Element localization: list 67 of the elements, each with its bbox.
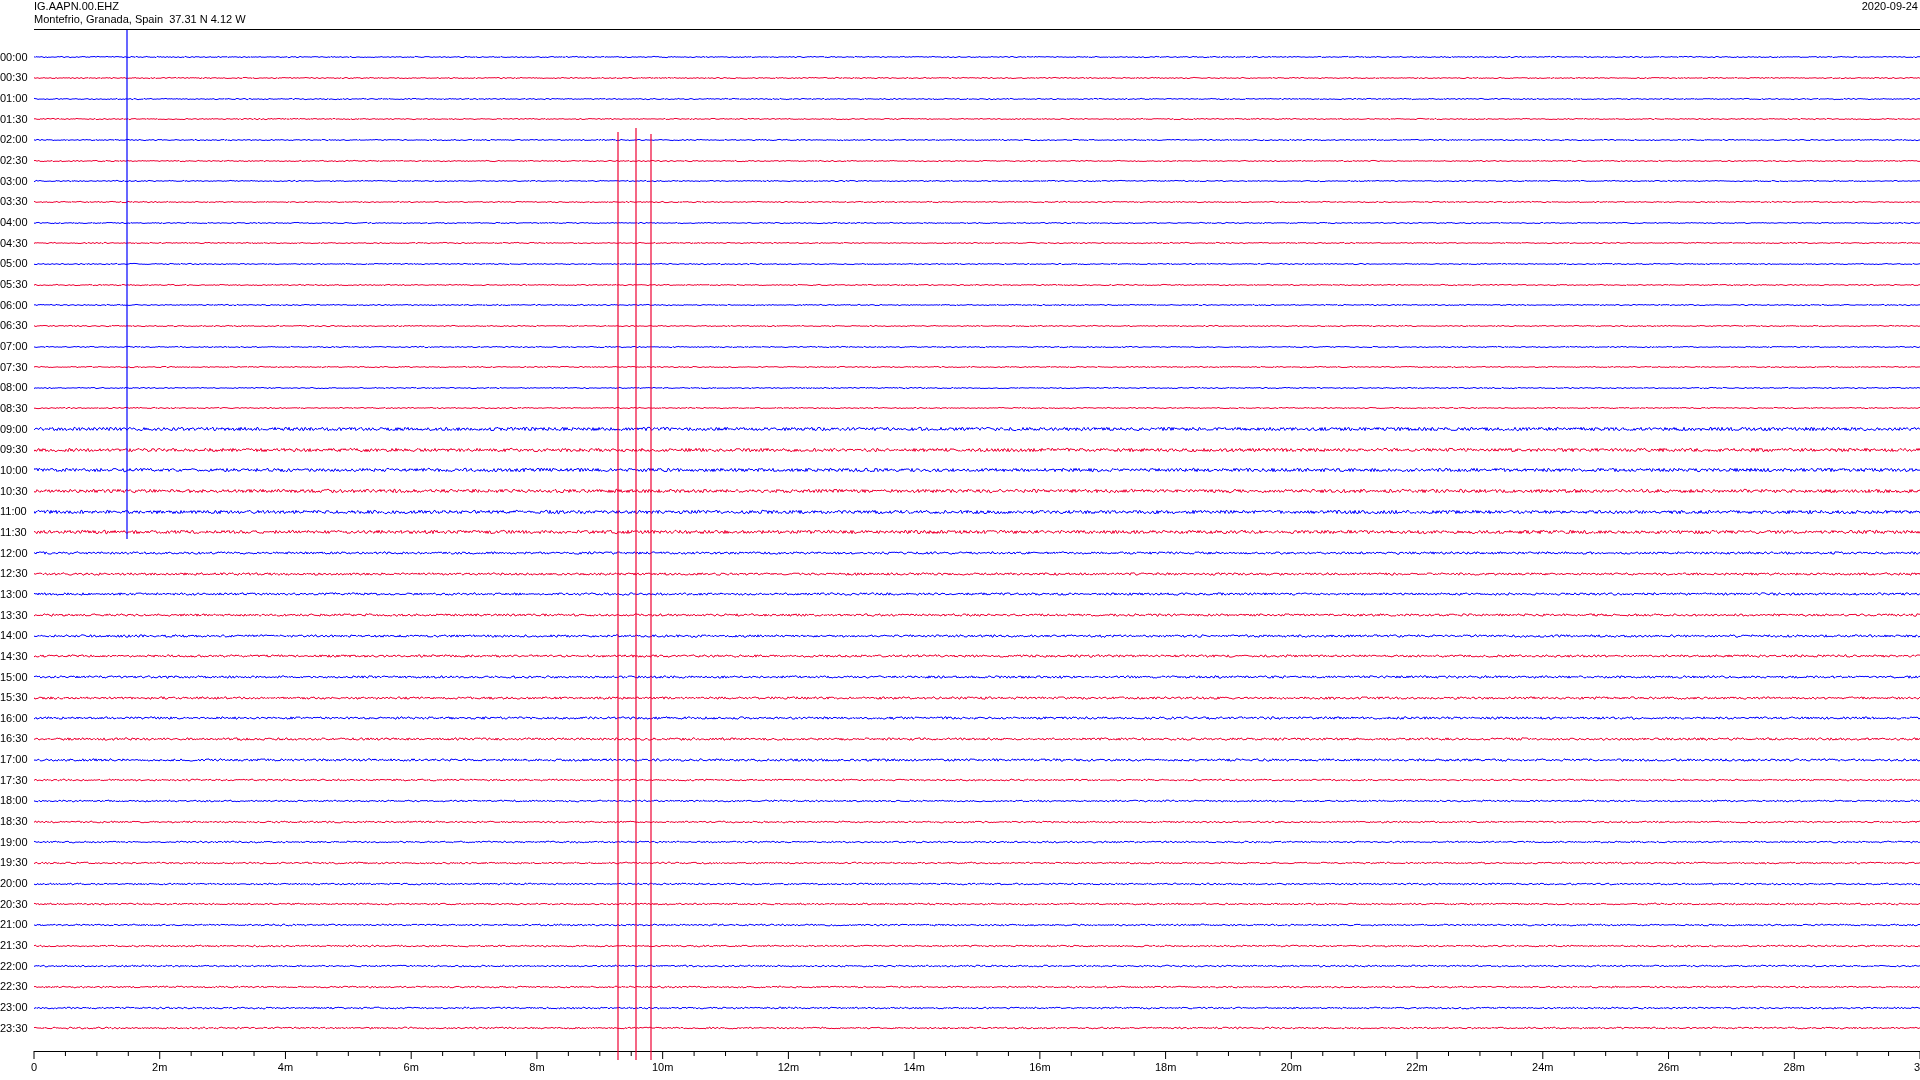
row-time-label: 02:00 — [0, 133, 29, 147]
plot-date: 2020-09-24 — [1861, 0, 1918, 13]
row-time-label: 03:30 — [0, 195, 29, 209]
row-time-label: 22:30 — [0, 980, 29, 994]
station-location: Montefrio, Granada, Spain 37.31 N 4.12 W — [34, 13, 246, 26]
row-time-label: 16:30 — [0, 732, 29, 746]
row-time-label: 13:30 — [0, 608, 29, 622]
row-time-label: 19:30 — [0, 856, 29, 870]
row-time-label: 15:30 — [0, 691, 29, 705]
row-time-label: 21:00 — [0, 918, 29, 932]
row-time-label: 17:00 — [0, 753, 29, 767]
row-time-label: 05:00 — [0, 257, 29, 271]
axis-tick-label: 4m — [277, 1060, 294, 1074]
row-time-label: 00:00 — [0, 50, 29, 64]
row-time-label: 22:00 — [0, 959, 29, 973]
axis-tick-label: 2m — [152, 1060, 168, 1074]
axis-tick-label: 3 — [1914, 1060, 1920, 1074]
row-time-label: 09:00 — [0, 422, 29, 436]
axis-tick-label: 0 — [30, 1060, 38, 1074]
axis-tick-label: 18m — [1154, 1060, 1177, 1074]
row-time-label: 15:00 — [0, 670, 29, 684]
row-time-label: 01:00 — [0, 92, 29, 106]
row-time-label: 23:30 — [0, 1021, 29, 1035]
row-time-label: 13:00 — [0, 587, 29, 601]
row-time-label: 02:30 — [0, 154, 29, 168]
row-time-label: 23:00 — [0, 1001, 29, 1014]
row-time-label: 04:00 — [0, 216, 29, 230]
axis-tick-label: 12m — [777, 1060, 800, 1074]
row-time-label: 16:00 — [0, 711, 29, 725]
row-time-label: 10:00 — [0, 463, 29, 477]
row-time-label: 07:00 — [0, 340, 29, 353]
row-time-label: 21:30 — [0, 939, 29, 953]
axis-tick-label: 14m — [903, 1060, 925, 1074]
row-time-label: 07:30 — [0, 360, 29, 374]
axis-tick-label: 10m — [651, 1060, 674, 1074]
row-time-label: 20:30 — [0, 897, 29, 911]
row-time-label: 18:30 — [0, 815, 29, 829]
row-time-label: 11:00 — [0, 505, 28, 519]
row-time-label: 10:30 — [0, 484, 29, 498]
axis-tick-label: 20m — [1280, 1060, 1303, 1074]
axis-tick-label: 22m — [1406, 1060, 1428, 1074]
row-time-label: 01:30 — [0, 112, 29, 126]
row-time-label: 12:30 — [0, 567, 29, 581]
row-time-label: 05:30 — [0, 278, 29, 292]
row-time-label: 04:30 — [0, 236, 29, 250]
axis-tick-label: 24m — [1532, 1060, 1554, 1074]
station-code: IG.AAPN.00.EHZ — [34, 0, 120, 13]
axis-tick-label: 16m — [1029, 1060, 1051, 1074]
row-time-label: 19:00 — [0, 835, 29, 849]
row-time-label: 08:00 — [0, 381, 29, 395]
row-time-label: 09:30 — [0, 443, 29, 457]
row-time-label: 14:00 — [0, 629, 29, 643]
row-time-label: 03:00 — [0, 174, 29, 188]
axis-tick-label: 6m — [403, 1060, 419, 1074]
row-time-label: 17:30 — [0, 773, 29, 787]
row-time-label: 08:30 — [0, 402, 29, 415]
axis-tick-label: 28m — [1783, 1060, 1805, 1074]
axis-tick-label: 8m — [529, 1060, 545, 1074]
row-time-label: 14:30 — [0, 649, 29, 663]
row-time-label: 12:00 — [0, 546, 29, 560]
row-time-label: 18:00 — [0, 794, 29, 808]
row-time-label: 11:30 — [0, 525, 28, 539]
row-time-label: 00:30 — [0, 71, 29, 85]
row-time-label: 20:00 — [0, 877, 29, 891]
axis-tick-label: 26m — [1657, 1060, 1680, 1074]
row-time-label: 06:30 — [0, 319, 29, 333]
row-time-label: 06:00 — [0, 298, 29, 312]
